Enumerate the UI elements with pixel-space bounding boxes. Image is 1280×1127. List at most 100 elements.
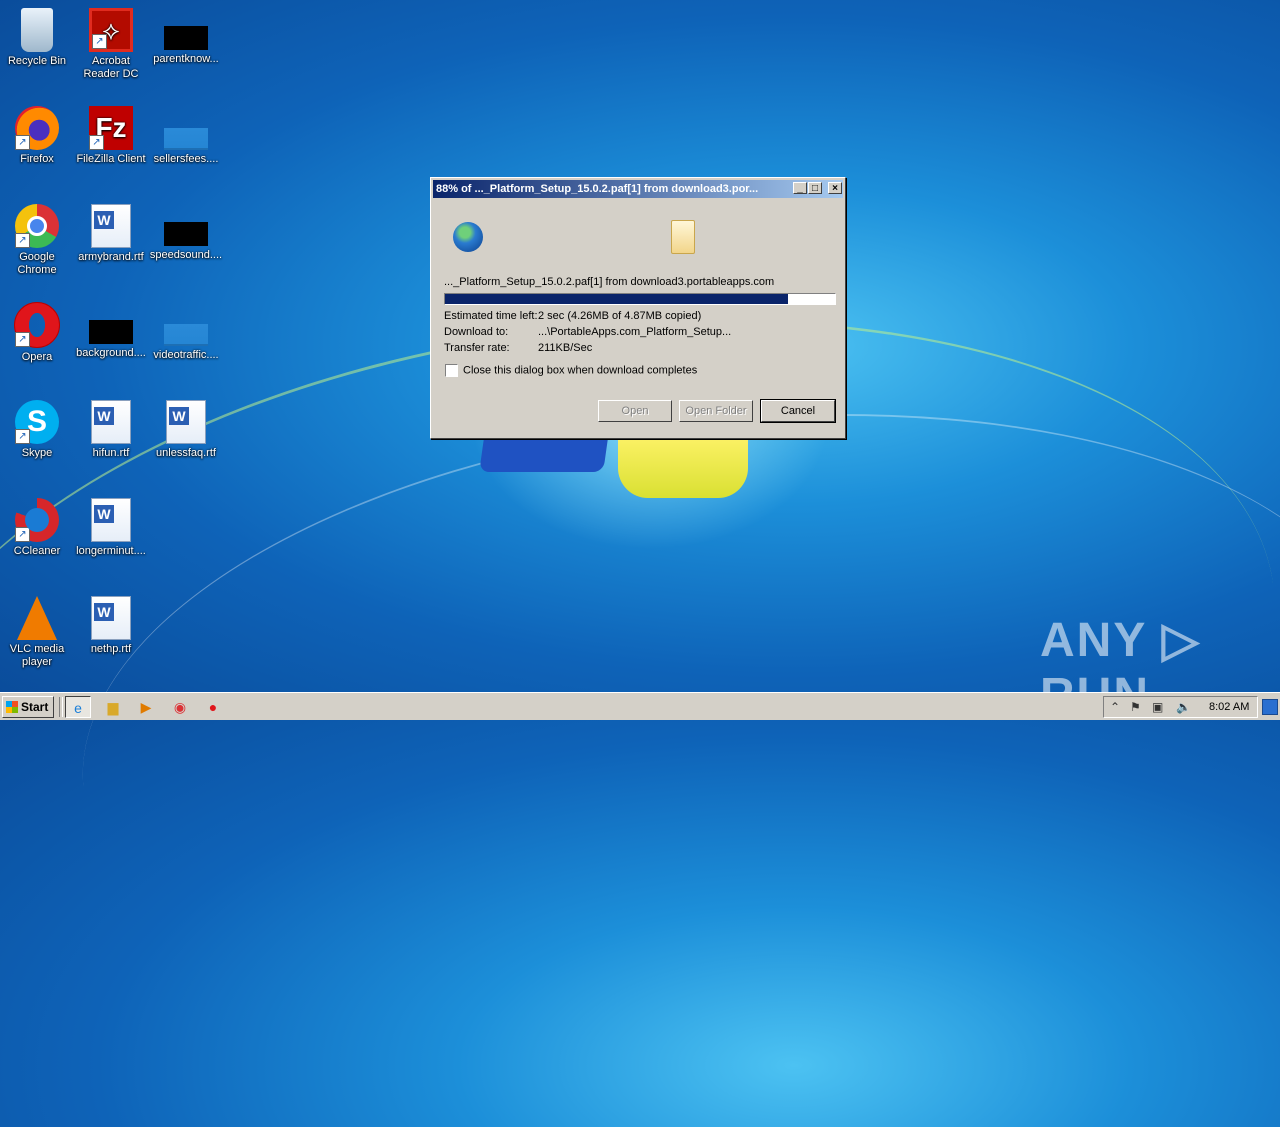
desktop-icon-label: VLC media player [9, 643, 65, 668]
desktop-icon-label: Skype [21, 447, 53, 459]
word-doc-icon: W [166, 400, 206, 444]
desktop-icon-unlessfaq[interactable]: W unlessfaq.rtf [149, 400, 223, 460]
desktop-icon-label: CCleaner [13, 545, 61, 557]
clock[interactable]: 8:02 AM [1209, 701, 1249, 713]
transfer-rate-label: Transfer rate: [444, 342, 510, 354]
start-label: Start [21, 700, 49, 714]
desktop-icon-armybrand[interactable]: W armybrand.rtf [74, 204, 148, 264]
blacked-out-icon [164, 222, 208, 246]
vlc-icon [17, 596, 57, 640]
download-source: ..._Platform_Setup_15.0.2.paf[1] from do… [444, 276, 775, 288]
recycle-bin-icon [21, 8, 53, 52]
desktop-icon-label: Acrobat Reader DC [83, 55, 139, 80]
desktop-icon-label: parentknow... [153, 53, 219, 65]
desktop-icon-vlc[interactable]: VLC media player [0, 596, 74, 669]
desktop-icon-acrobat[interactable]: ⟡ ↗ Acrobat Reader DC [74, 8, 148, 81]
checkbox-box[interactable] [445, 364, 458, 377]
cancel-button[interactable]: Cancel [760, 399, 836, 423]
tray-expand-icon[interactable]: ⌃ [1110, 700, 1120, 714]
desktop-icon-filezilla[interactable]: Fz ↗ FileZilla Client [74, 106, 148, 166]
word-doc-icon: W [91, 596, 131, 640]
desktop-icon-label: background.... [76, 347, 146, 359]
desktop-icon-ccleaner[interactable]: ↗ CCleaner [0, 498, 74, 558]
desktop-icon-hifun[interactable]: W hifun.rtf [74, 400, 148, 460]
opera-taskbar-icon[interactable]: ● [200, 696, 226, 718]
desktop-icon-chrome[interactable]: ↗ Google Chrome [0, 204, 74, 277]
desktop-icon-label: Firefox [20, 153, 54, 165]
estimated-time-row: Estimated time left:2 sec (4.26MB of 4.8… [444, 310, 701, 322]
blacked-out-icon [89, 320, 133, 344]
desktop-icon-videotraffic[interactable]: videotraffic.... [149, 302, 223, 362]
taskbar: Start e ▆ ▶ ◉ ● ⌃ ⚑ ▣ 🔈 8:02 AM [0, 692, 1280, 720]
desktop-icon-opera[interactable]: ↗ Opera [0, 302, 74, 364]
internet-explorer-icon[interactable]: e [65, 696, 91, 718]
windows-flag-icon [6, 701, 18, 713]
filezilla-icon: Fz ↗ [89, 106, 133, 150]
desktop-icon-label: armybrand.rtf [78, 251, 144, 263]
wallpaper-logo-yellow [618, 432, 748, 498]
estimated-time-value: 2 sec (4.26MB of 4.87MB copied) [538, 310, 702, 322]
download-progress-fill [445, 294, 789, 304]
download-to-label: Download to: [444, 326, 509, 338]
close-when-complete-checkbox[interactable]: Close this dialog box when download comp… [445, 364, 697, 377]
media-player-icon[interactable]: ▶ [133, 696, 159, 718]
desktop-icon-label: sellersfees.... [153, 153, 219, 165]
system-tray: ⌃ ⚑ ▣ 🔈 8:02 AM [1103, 696, 1258, 718]
desktop-icon-nethp[interactable]: W nethp.rtf [74, 596, 148, 656]
desktop-icon-label: FileZilla Client [76, 153, 146, 165]
word-doc-icon: W [91, 498, 131, 542]
skype-icon: S ↗ [15, 400, 59, 444]
desktop-icon-sellersfees[interactable]: sellersfees.... [149, 106, 223, 166]
show-desktop-icon[interactable] [1262, 699, 1278, 715]
transfer-rate-value: 211KB/Sec [538, 342, 593, 354]
network-icon[interactable]: ▣ [1152, 700, 1163, 714]
desktop-icon-parentknow[interactable]: parentknow... [149, 8, 223, 66]
blacked-out-icon [164, 26, 208, 50]
desktop-icon-recycle-bin[interactable]: Recycle Bin [0, 8, 74, 68]
checkbox-label: Close this dialog box when download comp… [463, 364, 698, 377]
open-folder-button[interactable]: Open Folder [679, 400, 753, 422]
desktop-icon-background[interactable]: background.... [74, 302, 148, 360]
dialog-title: 88% of ..._Platform_Setup_15.0.2.paf[1] … [436, 183, 759, 195]
close-button[interactable]: × [828, 182, 842, 194]
blank-file-icon [164, 128, 208, 150]
desktop-icon-label: unlessfaq.rtf [156, 447, 216, 459]
desktop-icon-longerminut[interactable]: W longerminut.... [74, 498, 148, 558]
download-dialog: 88% of ..._Platform_Setup_15.0.2.paf[1] … [430, 177, 846, 439]
desktop-icon-label: Google Chrome [17, 251, 57, 276]
desktop-icon-label: videotraffic.... [153, 349, 219, 361]
chrome-icon: ↗ [15, 204, 59, 248]
action-center-flag-icon[interactable]: ⚑ [1130, 700, 1141, 714]
download-to-row: Download to: ...\PortableApps.com_Platfor… [444, 326, 731, 338]
firefox-icon: ↗ [15, 106, 59, 150]
maximize-button[interactable]: □ [808, 182, 822, 194]
desktop-icon-label: speedsound.... [149, 249, 223, 261]
desktop-icon-firefox[interactable]: ↗ Firefox [0, 106, 74, 166]
open-button[interactable]: Open [598, 400, 672, 422]
ccleaner-icon: ↗ [15, 498, 59, 542]
desktop-icon-label: hifun.rtf [92, 447, 130, 459]
word-doc-icon: W [91, 204, 131, 248]
estimated-time-label: Estimated time left: [444, 310, 538, 322]
dialog-titlebar[interactable]: 88% of ..._Platform_Setup_15.0.2.paf[1] … [433, 180, 843, 198]
minimize-button[interactable]: _ [793, 182, 807, 194]
globe-icon [453, 222, 483, 252]
volume-icon[interactable]: 🔈 [1176, 700, 1191, 714]
desktop-icon-label: longerminut.... [76, 545, 146, 557]
acrobat-icon: ⟡ ↗ [89, 8, 133, 52]
desktop-icon-speedsound[interactable]: speedsound.... [149, 204, 223, 262]
chrome-taskbar-icon[interactable]: ◉ [167, 696, 193, 718]
folder-icon [671, 220, 695, 254]
desktop-icon-label: nethp.rtf [90, 643, 132, 655]
file-explorer-icon[interactable]: ▆ [100, 696, 126, 718]
desktop-icon-label: Recycle Bin [7, 55, 67, 67]
word-doc-icon: W [91, 400, 131, 444]
download-progress-bar [444, 293, 836, 305]
opera-icon: ↗ [14, 302, 60, 348]
download-to-value: ...\PortableApps.com_Platform_Setup... [538, 326, 732, 338]
desktop-icon-skype[interactable]: S ↗ Skype [0, 400, 74, 460]
desktop-icon-label: Opera [21, 351, 53, 363]
taskbar-separator [59, 697, 63, 717]
start-button[interactable]: Start [2, 696, 54, 718]
transfer-rate-row: Transfer rate: 211KB/Sec [444, 342, 592, 354]
